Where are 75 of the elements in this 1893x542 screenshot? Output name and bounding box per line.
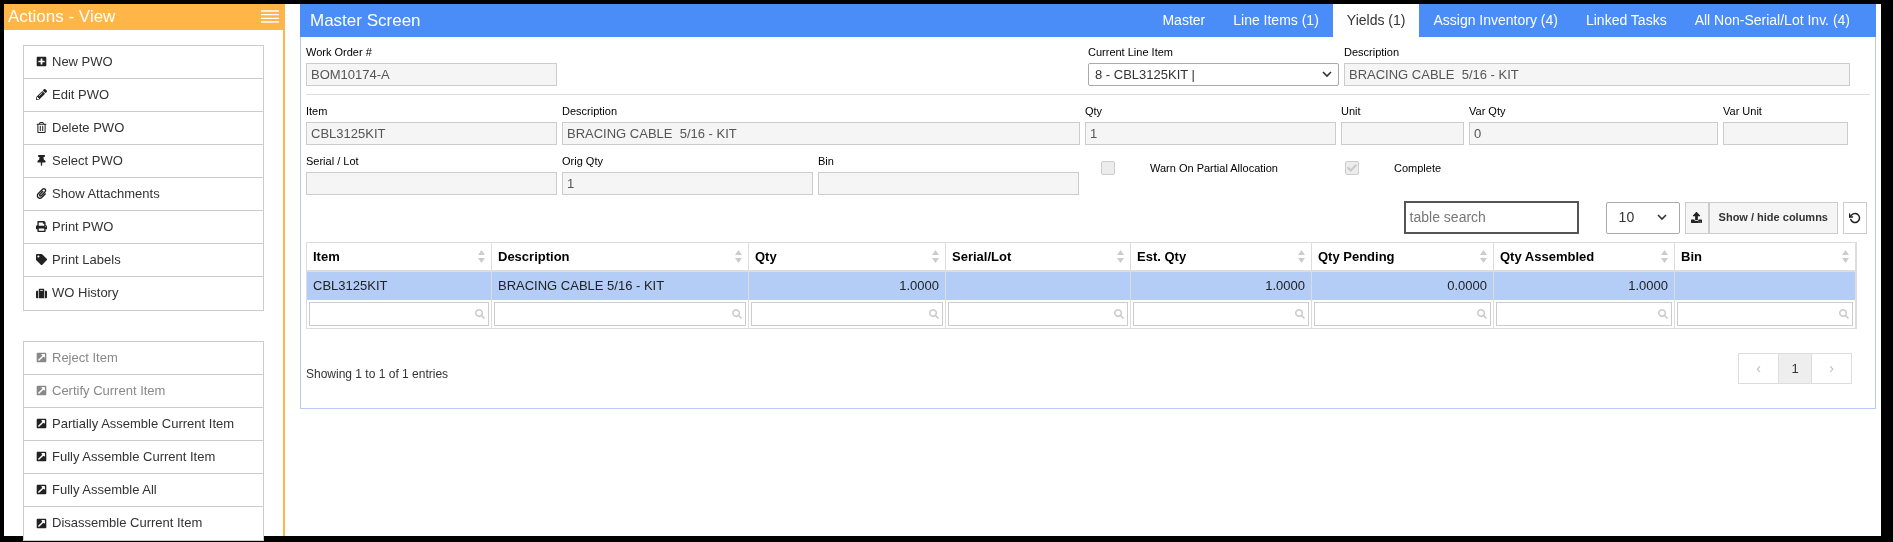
search-icon	[1295, 309, 1305, 319]
page-button[interactable]: 1	[1779, 353, 1811, 384]
tab[interactable]: Yields (1)	[1332, 4, 1420, 37]
column-filter-field[interactable]	[309, 302, 489, 326]
search-icon	[1477, 309, 1487, 319]
input-field[interactable]: 1	[562, 172, 813, 195]
input-field[interactable]: 0	[1469, 122, 1718, 145]
page-size-dropdown[interactable]: 10	[1605, 201, 1680, 234]
field-label: Work Order #	[306, 45, 373, 59]
sort-icon	[1298, 250, 1305, 263]
menu-icon[interactable]	[261, 10, 279, 24]
table-search-field[interactable]: table search	[1403, 201, 1579, 234]
field-label: Serial / Lot	[306, 154, 360, 168]
printer-icon	[36, 221, 47, 232]
column-filter-field[interactable]	[1314, 302, 1491, 326]
sort-icon	[478, 250, 485, 263]
paperclip-icon	[36, 188, 47, 199]
line-item-dropdown[interactable]: 8 - CBL3125KIT |	[1088, 63, 1339, 86]
chevron-down-icon	[1322, 71, 1332, 78]
input-field[interactable]	[1341, 122, 1464, 145]
field-label: Bin	[818, 154, 835, 168]
sort-icon	[735, 250, 742, 263]
search-icon	[1114, 309, 1124, 319]
input-field[interactable]	[1723, 122, 1848, 145]
column-filter-field[interactable]	[1496, 302, 1672, 326]
sort-icon	[932, 250, 939, 263]
search-icon	[732, 309, 742, 319]
field-label: Current Line Item	[1088, 45, 1174, 59]
input-field[interactable]: BRACING CABLE 5/16 - KIT	[562, 122, 1080, 145]
field-label: Unit	[1341, 104, 1362, 118]
sort-icon	[1661, 250, 1668, 263]
sidebar-title: Actions - View	[8, 6, 116, 28]
input-field[interactable]	[306, 172, 557, 195]
input-field[interactable]: BOM10174-A	[306, 63, 557, 86]
column-filter-field[interactable]	[948, 302, 1128, 326]
column-filter-field[interactable]	[494, 302, 746, 326]
sort-icon	[1117, 250, 1124, 263]
input-field[interactable]: CBL3125KIT	[306, 122, 557, 145]
search-icon	[1839, 309, 1849, 319]
search-icon	[1658, 309, 1668, 319]
pencil-icon	[36, 89, 47, 100]
table-row[interactable]: CBL3125KIT BRACING CABLE 5/16 - KIT 1.0000 1.0000 0.0000 1.0000	[307, 272, 1856, 300]
field-label: Description	[562, 104, 619, 118]
field-label: Var Qty	[1469, 104, 1507, 118]
briefcase-icon	[36, 287, 47, 299]
field-label: Description	[1344, 45, 1401, 59]
trash-icon	[36, 122, 47, 133]
pin-icon	[36, 155, 47, 166]
checkbox[interactable]	[1101, 161, 1115, 176]
screen-title: Master Screen	[310, 9, 421, 32]
checkbox[interactable]	[1345, 161, 1359, 176]
input-field[interactable]: 1	[1085, 122, 1336, 145]
field-label: Orig Qty	[562, 154, 604, 168]
export-button[interactable]	[1684, 201, 1709, 234]
search-icon	[475, 309, 485, 319]
input-field[interactable]: BRACING CABLE 5/16 - KIT	[1344, 63, 1850, 86]
tag-icon	[36, 254, 47, 265]
field-label: Qty	[1085, 104, 1104, 118]
entries-info: Showing 1 to 1 of 1 entries	[306, 365, 449, 383]
upload-icon	[1691, 212, 1703, 223]
input-field[interactable]	[818, 172, 1079, 195]
checkbox-label: Complete	[1394, 161, 1442, 176]
columns-button[interactable]: Show / hide columns	[1708, 201, 1838, 234]
search-icon	[929, 309, 939, 319]
chevron-down-icon	[1656, 214, 1667, 221]
reset-button[interactable]	[1843, 201, 1867, 234]
field-label: Item	[306, 104, 329, 118]
column-filter-field[interactable]	[1677, 302, 1853, 326]
column-filter-field[interactable]	[1133, 302, 1309, 326]
sort-icon	[1480, 250, 1487, 263]
field-label: Var Unit	[1723, 104, 1763, 118]
checkbox-label: Warn On Partial Allocation	[1150, 161, 1278, 176]
column-filter-field[interactable]	[751, 302, 943, 326]
reset-icon	[1849, 211, 1861, 224]
sort-icon	[1842, 250, 1849, 263]
